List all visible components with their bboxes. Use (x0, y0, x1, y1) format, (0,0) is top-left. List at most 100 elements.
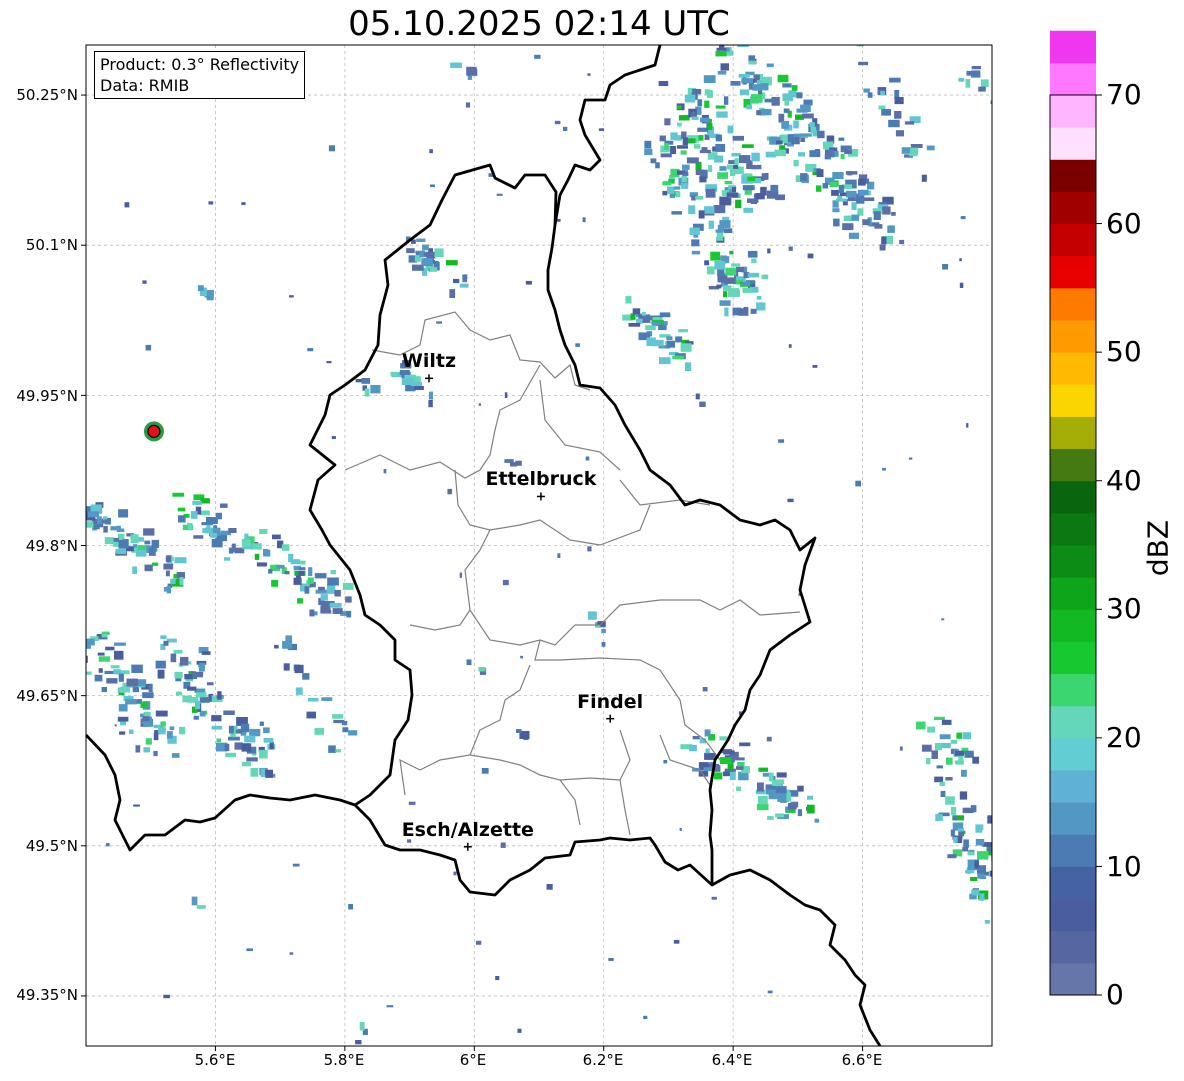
echo-pixel (705, 748, 710, 754)
colorbar-tick-label: 0 (1106, 978, 1124, 1011)
echo-pixel (995, 914, 1002, 922)
echo-pixel (715, 229, 724, 233)
echo-pixel (662, 181, 672, 186)
echo-pixel (816, 169, 824, 177)
echo-pixel (97, 516, 102, 525)
echo-pixel (807, 795, 813, 800)
echo-pixel (166, 555, 172, 563)
echo-pixel (157, 727, 166, 735)
echo-pixel (756, 302, 766, 311)
colorbar-tick-label: 30 (1106, 592, 1142, 625)
echo-pixel (106, 843, 110, 847)
echo-pixel (829, 181, 838, 188)
echo-pixel (691, 116, 699, 120)
echo-pixel (689, 227, 700, 235)
echo-pixel (959, 282, 964, 288)
echo-pixel (86, 643, 91, 649)
echo-pixel (725, 267, 737, 276)
echo-pixel (145, 738, 152, 745)
echo-pixel (800, 133, 812, 137)
echo-pixel (241, 761, 251, 767)
echo-pixel (691, 250, 701, 255)
echo-pixel (863, 197, 875, 201)
echo-pixel (714, 772, 723, 780)
echo-pixel (934, 776, 944, 783)
echo-pixel (707, 122, 713, 130)
echo-pixel (881, 109, 891, 116)
echo-pixel (546, 884, 553, 890)
echo-pixel (101, 633, 108, 638)
echo-pixel (761, 109, 772, 116)
echo-pixel (170, 578, 176, 585)
echo-pixel (941, 742, 951, 749)
echo-pixel (180, 656, 189, 666)
echo-pixel (807, 253, 814, 259)
echo-pixel (93, 524, 100, 530)
echo-pixel (199, 696, 210, 703)
echo-pixel (764, 98, 776, 103)
echo-pixel (817, 130, 825, 139)
echo-pixel (984, 920, 990, 924)
echo-pixel (786, 792, 791, 802)
echo-pixel (601, 628, 606, 634)
echo-pixel (715, 105, 726, 109)
echo-pixel (294, 664, 304, 674)
echo-pixel (105, 646, 115, 651)
echo-pixel (950, 829, 955, 837)
echo-pixel (216, 738, 221, 743)
echo-pixel (698, 135, 704, 141)
colorbar-segment (1050, 95, 1096, 128)
echo-pixel (748, 60, 756, 65)
echo-pixel (809, 122, 815, 127)
echo-pixel (77, 663, 85, 667)
echo-pixel (217, 691, 222, 700)
echo-pixel (659, 357, 671, 365)
colorbar-tick-label: 20 (1106, 721, 1142, 754)
echo-pixel (688, 205, 696, 215)
echo-pixel (800, 137, 805, 142)
echo-pixel (858, 61, 869, 66)
echo-pixel (142, 692, 154, 699)
echo-pixel (842, 223, 854, 231)
echo-pixel (806, 804, 815, 814)
colorbar-segment (1050, 480, 1096, 514)
echo-pixel (950, 739, 958, 744)
echo-pixel (307, 577, 314, 584)
echo-pixel (118, 704, 128, 712)
colorbar-segment (1050, 191, 1096, 225)
echo-pixel (995, 863, 1005, 869)
echo-pixel (732, 187, 737, 192)
echo-pixel (228, 725, 234, 734)
echo-pixel (726, 192, 739, 198)
echo-pixel (960, 216, 966, 220)
product-info-box: Product: 0.3° Reflectivity Data: RMIB (94, 51, 306, 99)
echo-pixel (739, 155, 751, 164)
echo-pixel (756, 803, 769, 811)
colorbar-segment (1050, 159, 1096, 192)
echo-pixel (791, 85, 798, 91)
echo-pixel (459, 572, 462, 578)
echo-pixel (992, 865, 996, 869)
echo-pixel (295, 687, 303, 695)
echo-pixel (307, 698, 319, 702)
echo-pixel (211, 725, 223, 730)
echo-pixel (761, 173, 767, 180)
echo-pixel (114, 724, 117, 727)
echo-pixel (429, 391, 433, 400)
echo-pixel (321, 601, 329, 609)
echo-pixel (331, 436, 336, 439)
echo-pixel (175, 691, 183, 696)
echo-pixel (767, 248, 771, 254)
echo-pixel (750, 199, 758, 204)
echo-pixel (891, 212, 896, 216)
echo-pixel (348, 730, 358, 736)
echo-pixel (719, 300, 731, 306)
echo-pixel (259, 749, 268, 759)
echo-pixel (318, 586, 325, 591)
echo-pixel (429, 149, 433, 154)
echo-pixel (935, 813, 943, 822)
echo-pixel (724, 256, 730, 263)
echo-pixel (641, 312, 646, 316)
colorbar (1050, 30, 1096, 996)
echo-pixel (436, 321, 442, 324)
